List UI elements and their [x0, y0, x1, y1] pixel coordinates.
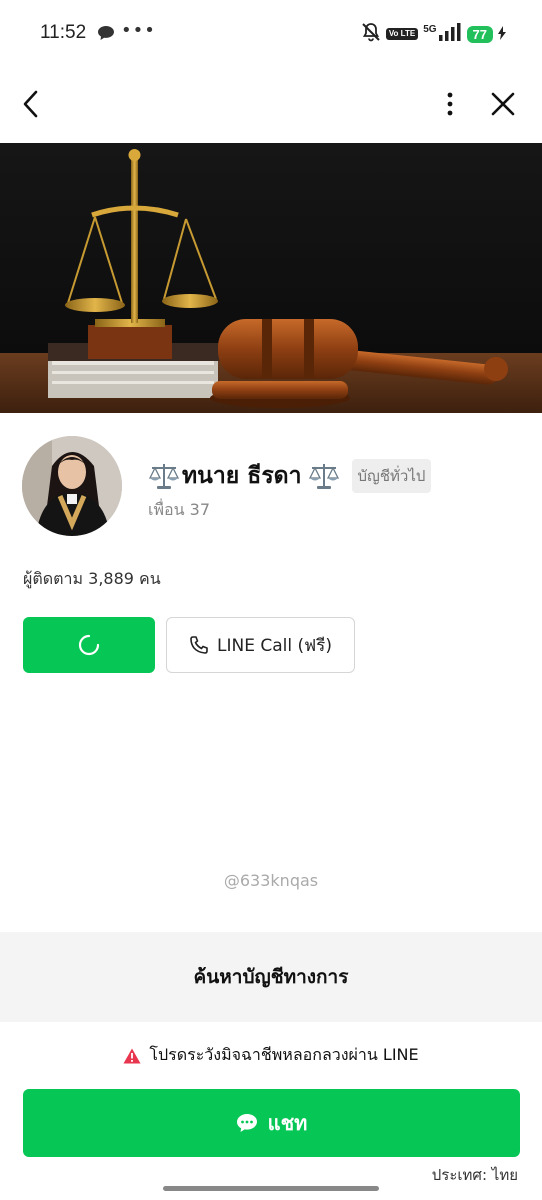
line-call-label: LINE Call (ฟรี) — [217, 635, 332, 656]
network-type: 5G — [423, 23, 437, 35]
chat-notification-icon — [97, 25, 115, 45]
back-button[interactable] — [16, 88, 44, 120]
profile-avatar[interactable] — [22, 436, 122, 536]
more-options-button[interactable] — [438, 88, 462, 120]
loading-spinner-icon — [78, 634, 100, 656]
balance-scale-icon — [308, 464, 339, 489]
profile-name-row: ทนาย ธีรดา บัญชีทั่วไป — [148, 458, 432, 494]
battery-level: 77 — [466, 25, 493, 43]
more-vertical-icon — [447, 92, 453, 116]
friends-count: เพื่อน 37 — [148, 500, 211, 519]
phone-icon — [190, 636, 208, 654]
charging-icon — [498, 25, 506, 44]
chat-button[interactable]: แชท — [23, 1089, 520, 1157]
chevron-left-icon — [23, 90, 38, 118]
chat-button-label: แชท — [267, 1111, 308, 1135]
warning-icon — [123, 1048, 141, 1063]
search-official-accounts[interactable]: ค้นหาบัญชีทางการ — [0, 932, 542, 1022]
search-official-label: ค้นหาบัญชีทางการ — [193, 966, 349, 988]
home-indicator[interactable] — [163, 1186, 379, 1191]
scam-warning: โปรดระวังมิจฉาชีพหลอกลวงผ่าน LINE — [0, 1043, 542, 1068]
line-id: @633knqas — [223, 871, 319, 890]
notifications-muted-icon — [361, 22, 381, 46]
status-time: 11:52 — [40, 22, 87, 43]
country-label: ประเทศ: ไทย — [431, 1166, 518, 1184]
line-call-button[interactable]: LINE Call (ฟรี) — [166, 617, 355, 673]
volte-icon: Vo LTE — [385, 28, 419, 40]
close-icon — [491, 92, 515, 116]
close-button[interactable] — [488, 88, 518, 120]
profile-name: ทนาย ธีรดา — [182, 463, 302, 489]
add-friend-button[interactable] — [23, 617, 155, 673]
cover-photo[interactable] — [0, 143, 542, 413]
warning-text: โปรดระวังมิจฉาชีพหลอกลวงผ่าน LINE — [149, 1045, 419, 1064]
balance-scale-icon — [148, 464, 180, 489]
status-bar: 11:52 ••• Vo LTE 5G 77 — [0, 0, 542, 66]
followers-count[interactable]: ผู้ติดตาม 3,889 คน — [23, 567, 161, 592]
status-more-dots: ••• — [121, 20, 156, 41]
account-type-badge: บัญชีทั่วไป — [351, 459, 432, 493]
status-icons: Vo LTE 5G 77 — [361, 22, 506, 46]
chat-bubble-icon — [236, 1114, 257, 1132]
signal-icon — [438, 23, 462, 45]
